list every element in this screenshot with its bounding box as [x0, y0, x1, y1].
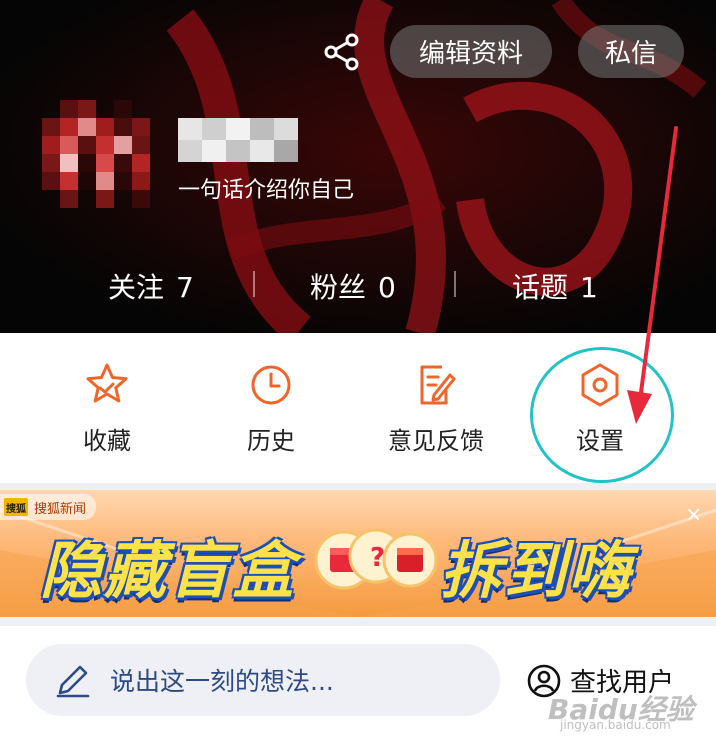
post-thought-input[interactable]: 说出这一刻的想法... [26, 644, 500, 716]
settings-highlight-annotation [530, 347, 674, 483]
banner-headline-left: 隐藏盲盒 [40, 534, 297, 607]
star-icon [86, 363, 128, 403]
edit-profile-button[interactable]: 编辑资料 [390, 25, 552, 78]
stat-divider [253, 271, 255, 297]
history-button[interactable]: 历史 [196, 361, 346, 456]
gift-box-icon: ? [314, 528, 438, 590]
stat-topics-count: 1 [580, 271, 598, 304]
stat-topics-label: 话题 [512, 271, 569, 304]
avatar[interactable] [38, 95, 160, 220]
banner-headline-right: 拆到嗨 [440, 534, 633, 607]
stat-following-label: 关注 [108, 271, 165, 304]
private-message-button[interactable]: 私信 [578, 25, 684, 78]
clock-icon [251, 365, 291, 405]
share-icon[interactable] [322, 32, 362, 72]
feedback-button[interactable]: 意见反馈 [361, 361, 511, 456]
profile-bio[interactable]: 一句话介绍你自己 [178, 172, 354, 204]
sohu-logo: 搜狐 [4, 498, 28, 516]
close-icon[interactable]: × [685, 502, 702, 526]
stat-divider [454, 271, 456, 297]
history-label: 历史 [247, 427, 295, 455]
feedback-label: 意见反馈 [388, 427, 484, 455]
profile-header: 编辑资料 私信 一句话介绍你自己 关注 7 粉丝 0 话题 1 [0, 0, 716, 333]
favorites-button[interactable]: 收藏 [32, 361, 182, 456]
username-blurred [178, 118, 298, 162]
pencil-icon [56, 665, 90, 698]
promo-banner[interactable]: 搜狐 搜狐新闻 隐藏盲盒 ? 拆到嗨 × [0, 490, 716, 617]
stat-followers-label: 粉丝 [310, 271, 367, 304]
post-input-placeholder: 说出这一刻的想法... [110, 667, 334, 696]
stat-following-count: 7 [176, 271, 194, 304]
stat-followers[interactable]: 粉丝 0 [310, 266, 396, 306]
banner-source-label: 搜狐新闻 [34, 501, 87, 517]
feedback-edit-icon [420, 365, 456, 405]
profile-stats: 关注 7 粉丝 0 话题 1 [0, 258, 716, 314]
stat-following[interactable]: 关注 7 [108, 266, 194, 306]
favorites-label: 收藏 [83, 427, 131, 455]
stat-topics[interactable]: 话题 1 [512, 266, 598, 306]
baidu-watermark-url: jingyan.baidu.com [560, 718, 671, 732]
stat-followers-count: 0 [378, 271, 396, 304]
banner-source-tag: 搜狐 搜狐新闻 [0, 494, 97, 520]
